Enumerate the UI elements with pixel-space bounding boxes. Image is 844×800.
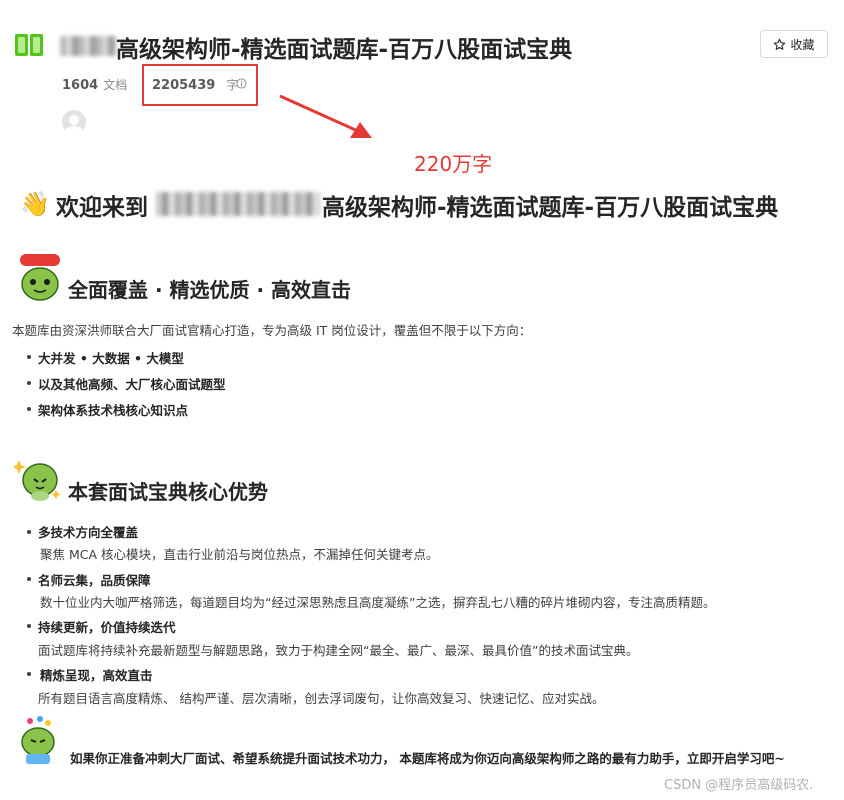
bullet	[27, 407, 31, 411]
favorite-label: 收藏	[790, 37, 815, 52]
book-icon	[15, 34, 43, 56]
avatar-icon	[65, 115, 83, 134]
list-item: 以及其他高频、大厂核心面试题型	[38, 377, 226, 392]
call-to-action-text: 如果你正准备冲刺大厂面试、希望系统提升面试技术功力， 本题库将成为你迈向高级架构…	[70, 751, 785, 766]
list-item-title: 持续更新，价值持续迭代	[38, 620, 176, 635]
doc-count: 1604 文档	[62, 74, 127, 93]
section1-heading: 全面覆盖 · 精选优质 · 高效直击	[68, 278, 352, 302]
bullet	[27, 672, 31, 676]
mascot-flowers-sticker-icon	[21, 716, 55, 764]
bullet	[27, 381, 31, 385]
list-item: 架构体系技术栈核心知识点	[38, 403, 189, 418]
star-icon	[774, 38, 786, 50]
welcome-heading-blurred	[156, 192, 320, 216]
red-arrow	[279, 94, 372, 138]
highlight-box	[142, 64, 258, 106]
list-item-title: 多技术方向全覆盖	[38, 525, 139, 540]
favorite-button[interactable]: 收藏	[760, 30, 828, 58]
doc-count-value: 1604	[62, 78, 99, 93]
welcome-heading-prefix: 欢迎来到	[56, 195, 148, 221]
list-item-desc: 数十位业内大咖严格筛选，每道题目均为“经过深思熟虑且高度凝练”之选，摒弃乱七八糟…	[40, 595, 716, 610]
bullet	[27, 530, 31, 534]
list-item-title: 名师云集，品质保障	[38, 573, 151, 588]
welcome-heading-suffix: 高级架构师-精选面试题库-百万八股面试宝典	[322, 195, 779, 221]
mascot-sparkle-sticker-icon	[14, 460, 61, 501]
doc-count-unit: 文档	[103, 78, 128, 92]
watermark: CSDN @程序员高级码农.	[664, 778, 814, 793]
section1-intro: 本题库由资深洪师联合大厂面试官精心打造，专为高级 IT 岗位设计，覆盖但不限于以…	[12, 323, 532, 338]
waving-hand-icon: 👋	[20, 190, 50, 218]
avatar[interactable]	[62, 110, 86, 134]
bullet	[27, 355, 31, 359]
list-item-desc: 所有题目语言高度精炼、 结构严谨、层次清晰，创去浮词废句，让你高效复习、快速记忆…	[38, 691, 605, 706]
list-item-desc: 面试题库将持续补充最新题型与解题思路，致力于构建全网“最全、最广、最深、最具价值…	[38, 643, 639, 658]
list-item-desc: 聚焦 MCA 核心模块，直击行业前沿与岗位热点，不漏掉任何关键考点。	[40, 547, 439, 562]
page-title: 高级架构师-精选面试题库-百万八股面试宝典	[116, 37, 573, 63]
mascot-good-sticker-icon	[20, 254, 60, 301]
list-item: 大并发 • 大数据 • 大模型	[38, 351, 184, 366]
list-item-title: 精炼呈现，高效直击	[40, 668, 153, 683]
bullet	[27, 624, 31, 628]
title-prefix-blurred	[60, 36, 116, 56]
bullet	[27, 577, 31, 581]
annotation-text: 220万字	[414, 152, 493, 176]
section2-heading: 本套面试宝典核心优势	[68, 480, 268, 504]
